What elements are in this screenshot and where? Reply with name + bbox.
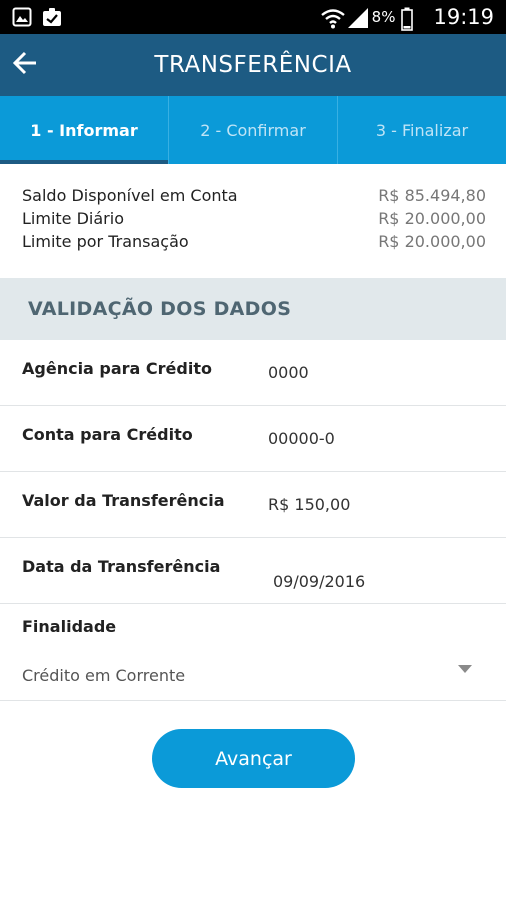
balance-row: Limite por Transação R$ 20.000,00 (22, 232, 486, 255)
conta-label: Conta para Crédito (22, 425, 193, 444)
form-row-valor: Valor da Transferência R$ 150,00 (0, 472, 506, 538)
wifi-icon (320, 7, 345, 29)
form-row-finalidade: Finalidade Crédito em Corrente (0, 604, 506, 701)
form-row-agencia: Agência para Crédito 0000 (0, 340, 506, 406)
form-row-data: Data da Transferência 09/09/2016 (0, 538, 506, 604)
arrow-left-icon (12, 51, 38, 80)
gallery-icon (12, 7, 32, 27)
signal-icon (346, 7, 368, 28)
balance-label: Saldo Disponível em Conta (22, 186, 238, 205)
balance-row: Saldo Disponível em Conta R$ 85.494,80 (22, 186, 486, 209)
balance-label: Limite por Transação (22, 232, 189, 251)
balance-row: Limite Diário R$ 20.000,00 (22, 209, 486, 232)
app-bar: TRANSFERÊNCIA (0, 34, 506, 96)
balance-label: Limite Diário (22, 209, 124, 228)
status-bar-system: 8% 19:19 (320, 0, 494, 34)
data-label: Data da Transferência (22, 557, 221, 576)
section-title: VALIDAÇÃO DOS DADOS (28, 298, 292, 320)
avancar-button[interactable]: Avançar (152, 729, 355, 788)
balance-summary: Saldo Disponível em Conta R$ 85.494,80 L… (0, 164, 506, 278)
step-informar[interactable]: 1 - Informar (0, 96, 169, 164)
back-button[interactable] (8, 48, 42, 82)
section-header: VALIDAÇÃO DOS DADOS (0, 278, 506, 340)
page-title: TRANSFERÊNCIA (154, 52, 352, 78)
agencia-label: Agência para Crédito (22, 359, 212, 378)
clipboard-check-icon (42, 7, 62, 27)
balance-value: R$ 85.494,80 (378, 186, 486, 205)
step-tabs: 1 - Informar 2 - Confirmar 3 - Finalizar (0, 96, 506, 164)
balance-value: R$ 20.000,00 (378, 232, 486, 251)
valor-field[interactable]: R$ 150,00 (268, 495, 350, 514)
valor-label: Valor da Transferência (22, 491, 225, 510)
finalidade-label: Finalidade (22, 617, 117, 636)
clock: 19:19 (433, 5, 494, 29)
step-confirmar[interactable]: 2 - Confirmar (169, 96, 338, 164)
balance-value: R$ 20.000,00 (378, 209, 486, 228)
conta-field[interactable]: 00000-0 (268, 429, 335, 448)
step-finalizar[interactable]: 3 - Finalizar (338, 96, 506, 164)
step-label: 2 - Confirmar (200, 120, 306, 140)
battery-icon (401, 7, 421, 31)
data-field[interactable]: 09/09/2016 (273, 572, 365, 591)
dropdown-caret-icon[interactable] (458, 665, 472, 673)
step-label: 3 - Finalizar (375, 120, 469, 140)
battery-percent: 8% (371, 8, 396, 26)
finalidade-select[interactable]: Crédito em Corrente (22, 666, 185, 685)
form-row-conta: Conta para Crédito 00000-0 (0, 406, 506, 472)
status-bar: 8% 19:19 (0, 0, 506, 34)
step-label: 1 - Informar (30, 120, 138, 140)
status-bar-notifications (12, 7, 62, 27)
agencia-field[interactable]: 0000 (268, 363, 309, 382)
